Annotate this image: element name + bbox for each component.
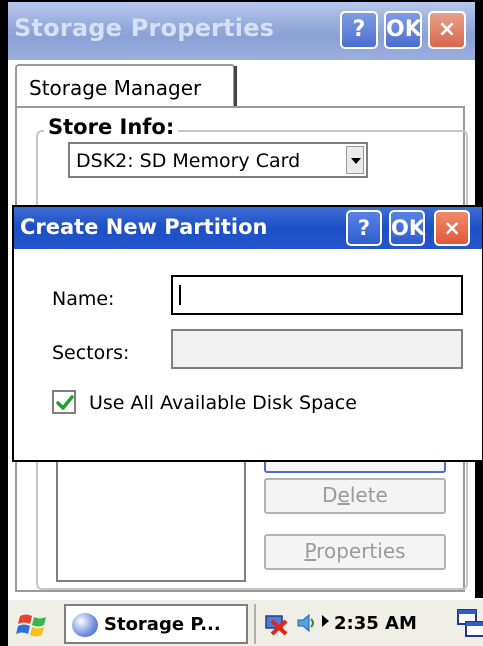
dialog-titlebar: Create New Partition ? OK × — [14, 207, 482, 249]
delete-label-post: lete — [349, 483, 388, 507]
delete-button[interactable]: Delete — [264, 478, 446, 514]
create-partition-dialog: Create New Partition ? OK × Name: Sector… — [12, 205, 483, 462]
checkmark-icon — [56, 395, 74, 410]
ok-button[interactable]: OK — [384, 11, 422, 49]
delete-label-pre: D — [322, 483, 338, 507]
tab-label: Storage Manager — [29, 76, 202, 100]
volume-icon[interactable] — [296, 612, 318, 634]
chevron-down-icon[interactable] — [346, 146, 364, 174]
dialog-close-button[interactable]: × — [434, 210, 470, 246]
delete-accelerator: e — [337, 483, 350, 507]
sectors-field[interactable] — [171, 329, 463, 369]
taskbar-storage-properties[interactable]: Storage P... — [64, 604, 248, 644]
device-screen: Storage Properties ? OK × Storage Manage… — [0, 0, 483, 646]
name-field[interactable] — [171, 275, 463, 315]
use-all-space-label[interactable]: Use All Available Disk Space — [89, 392, 357, 414]
tab-storage-manager[interactable]: Storage Manager — [15, 64, 235, 108]
name-label: Name: — [52, 288, 115, 310]
text-caret — [179, 285, 181, 305]
store-select[interactable]: DSK2: SD Memory Card — [68, 142, 368, 178]
dialog-help-button[interactable]: ? — [346, 210, 382, 246]
use-all-space-checkbox[interactable] — [52, 390, 76, 414]
window-titlebar: Storage Properties ? OK × — [8, 2, 475, 60]
properties-label-post: roperties — [316, 539, 406, 563]
clock[interactable]: 2:35 AM — [334, 613, 417, 634]
show-desktop-icon[interactable] — [456, 606, 483, 642]
properties-button[interactable]: Properties — [264, 534, 446, 570]
store-info-label: Store Info: — [44, 115, 179, 139]
dialog-title: Create New Partition — [20, 215, 268, 239]
store-select-value: DSK2: SD Memory Card — [76, 150, 301, 172]
system-tray: 2:35 AM — [254, 604, 444, 644]
storage-app-icon — [72, 613, 98, 637]
help-button[interactable]: ? — [340, 11, 378, 49]
properties-accelerator: P — [304, 539, 317, 563]
start-flag-icon[interactable] — [16, 610, 52, 640]
taskbar: Storage P... 2:35 AM — [8, 598, 483, 646]
task-label: Storage P... — [104, 614, 221, 635]
tab-shadow — [234, 66, 237, 108]
tray-arrow-icon[interactable] — [322, 615, 329, 627]
window-title: Storage Properties — [14, 14, 275, 42]
network-disconnected-icon[interactable] — [264, 612, 290, 636]
dialog-ok-button[interactable]: OK — [389, 210, 425, 246]
close-button[interactable]: × — [428, 11, 466, 49]
sectors-label: Sectors: — [52, 342, 130, 364]
